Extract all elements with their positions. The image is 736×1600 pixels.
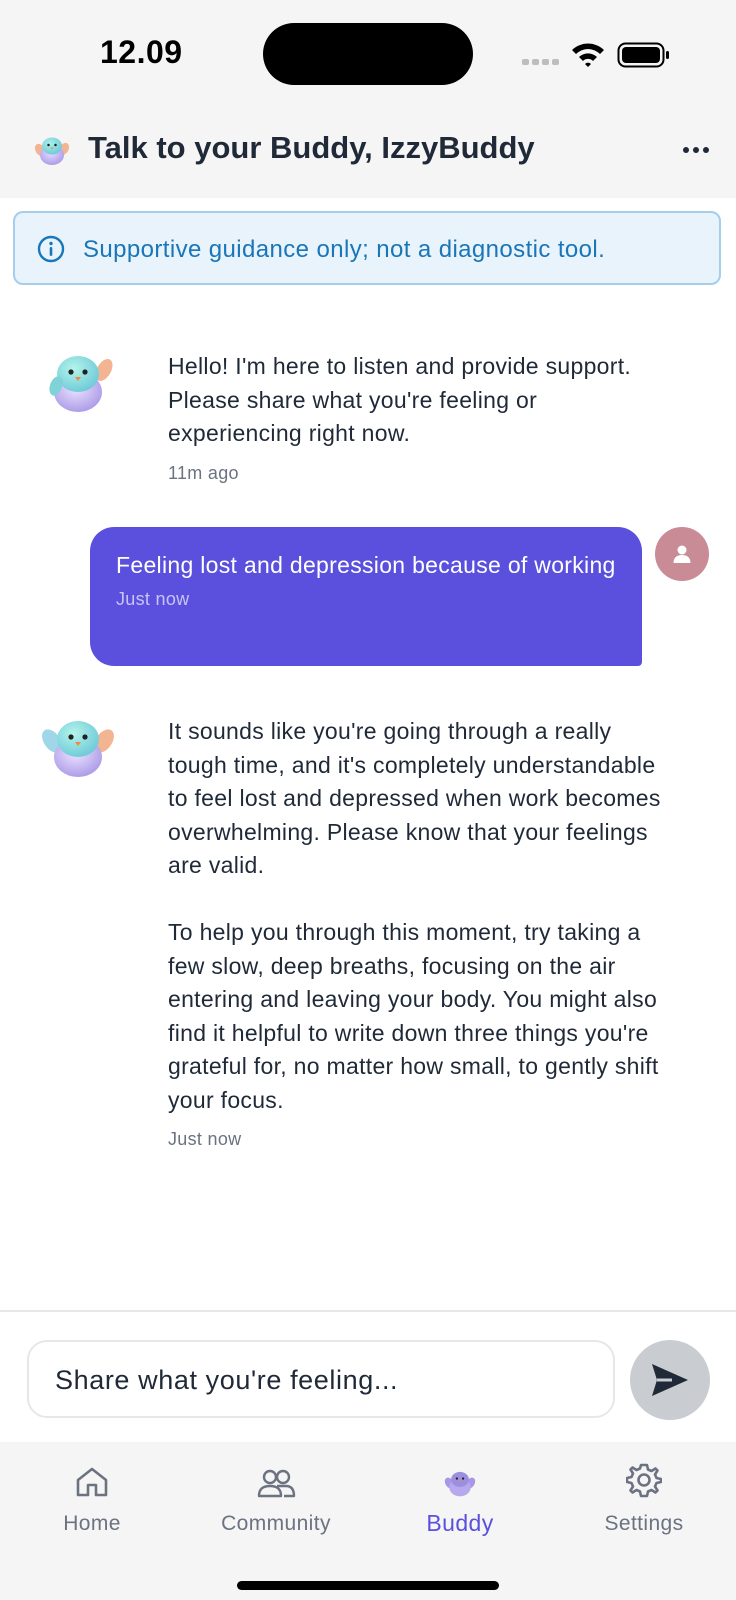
- message-paragraph: It sounds like you're going through a re…: [168, 718, 661, 878]
- buddy-icon: [444, 1471, 476, 1497]
- tab-label: Community: [221, 1512, 331, 1535]
- tab-label: Buddy: [426, 1510, 494, 1536]
- wifi-icon: [572, 43, 604, 67]
- tab-settings[interactable]: Settings: [564, 1460, 724, 1550]
- info-icon: [37, 235, 65, 263]
- user-avatar: [655, 527, 709, 581]
- message-paragraph: To help you through this moment, try tak…: [168, 919, 659, 1113]
- message-text: Feeling lost and depression because of w…: [116, 552, 616, 578]
- tab-home[interactable]: Home: [12, 1460, 172, 1550]
- dynamic-island: [263, 23, 473, 85]
- tab-buddy[interactable]: Buddy: [380, 1460, 540, 1550]
- page-title: Talk to your Buddy, IzzyBuddy: [88, 130, 535, 165]
- disclaimer-banner: Supportive guidance only; not a diagnost…: [13, 211, 721, 285]
- tab-label: Settings: [604, 1512, 684, 1535]
- send-button[interactable]: [630, 1340, 710, 1420]
- bot-message: Hello! I'm here to listen and provide su…: [168, 350, 668, 490]
- dot: [683, 147, 689, 153]
- status-bar: 12.09: [0, 0, 736, 112]
- buddy-avatar-icon: [49, 356, 113, 412]
- disclaimer-text: Supportive guidance only; not a diagnost…: [83, 236, 606, 263]
- message-text: Hello! I'm here to listen and provide su…: [168, 353, 632, 446]
- dot: [703, 147, 709, 153]
- status-time: 12.09: [100, 34, 183, 70]
- dot: [693, 147, 699, 153]
- person-icon: [673, 545, 691, 563]
- message-timestamp: Just now: [116, 588, 190, 609]
- message-timestamp: 11m ago: [168, 462, 239, 483]
- message-timestamp: Just now: [168, 1129, 242, 1149]
- user-message: Feeling lost and depression because of w…: [90, 527, 642, 666]
- message-input[interactable]: [53, 1342, 597, 1418]
- home-icon: [76, 1467, 108, 1497]
- send-icon: [652, 1364, 688, 1396]
- message-composer: [0, 1310, 736, 1444]
- bottom-tab-bar: Home Community Buddy Settings: [0, 1442, 736, 1600]
- buddy-avatar-icon: [42, 721, 114, 777]
- buddy-logo-icon: [34, 137, 70, 165]
- message-input-container: [27, 1340, 615, 1418]
- tab-community[interactable]: Community: [196, 1460, 356, 1550]
- home-indicator: [237, 1581, 499, 1590]
- bot-message: It sounds like you're going through a re…: [168, 715, 668, 1157]
- gear-icon: [626, 1463, 662, 1498]
- community-icon: [257, 1469, 296, 1498]
- battery-icon: [617, 42, 669, 68]
- tab-label: Home: [63, 1512, 121, 1535]
- cellular-signal-icon: [522, 59, 559, 65]
- chat-header: Talk to your Buddy, IzzyBuddy: [0, 112, 736, 198]
- more-options-button[interactable]: [678, 136, 714, 164]
